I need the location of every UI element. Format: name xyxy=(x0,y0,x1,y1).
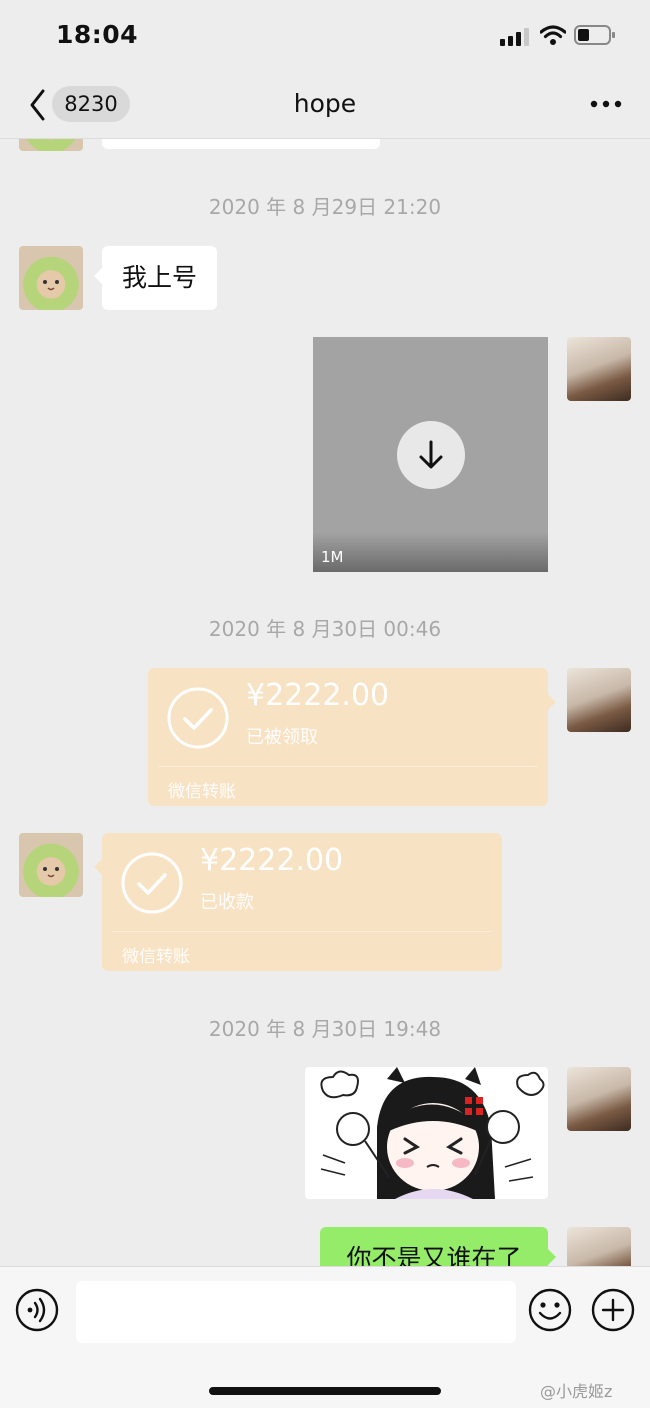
transfer-out-card[interactable]: ¥2222.00 已被领取 微信转账 xyxy=(148,668,556,806)
message-text: 我上号 xyxy=(122,263,198,292)
contact-avatar[interactable] xyxy=(19,833,83,897)
download-arrow-icon[interactable] xyxy=(396,420,466,490)
chat-title: hope xyxy=(293,89,357,118)
outgoing-message-bubble[interactable]: 你不是又谁在了 xyxy=(320,1227,556,1266)
check-circle-icon xyxy=(121,852,183,914)
more-dots-icon[interactable] xyxy=(588,90,624,118)
contact-avatar[interactable] xyxy=(19,139,83,151)
transfer-status: 已被领取 xyxy=(246,727,318,748)
transfer-status: 已收款 xyxy=(200,892,254,913)
my-avatar[interactable] xyxy=(567,337,631,401)
timestamp: 2020 年 8 月30日 19:48 xyxy=(208,1017,442,1041)
video-message[interactable]: 1M xyxy=(313,337,548,572)
transfer-footer: 微信转账 xyxy=(122,947,190,967)
my-avatar[interactable] xyxy=(567,1227,631,1266)
cat-face-icon xyxy=(43,280,59,291)
voice-icon[interactable] xyxy=(15,1288,59,1332)
timestamp: 2020 年 8 月29日 21:20 xyxy=(208,195,442,219)
signal-icon xyxy=(500,28,529,46)
transfer-amount: ¥2222.00 xyxy=(200,843,344,878)
transfer-footer: 微信转账 xyxy=(168,782,236,802)
video-size-label: 1M xyxy=(321,548,344,566)
timestamp: 2020 年 8 月30日 00:46 xyxy=(208,617,442,641)
wifi-icon xyxy=(540,25,566,45)
message-input[interactable] xyxy=(76,1281,516,1343)
nav-divider xyxy=(0,138,650,139)
my-avatar[interactable] xyxy=(567,1067,631,1131)
transfer-in-card[interactable]: ¥2222.00 已收款 微信转账 xyxy=(94,833,502,971)
angry-girl-sticker xyxy=(320,1067,545,1199)
battery-icon xyxy=(574,25,615,45)
contact-avatar[interactable] xyxy=(19,246,83,310)
watermark: @小虎姬z xyxy=(540,1382,613,1401)
plus-icon[interactable] xyxy=(591,1288,635,1332)
sticker-message[interactable] xyxy=(305,1067,548,1199)
check-circle-icon xyxy=(167,687,229,749)
my-avatar[interactable] xyxy=(567,668,631,732)
status-time: 18:04 xyxy=(56,20,139,49)
unread-count-badge[interactable]: 8230 xyxy=(52,86,130,122)
incoming-message-bubble[interactable]: 我上号 xyxy=(93,246,218,310)
transfer-amount: ¥2222.00 xyxy=(246,678,390,713)
home-indicator xyxy=(209,1387,441,1395)
message-text: 你不是又谁在了 xyxy=(346,1244,522,1266)
chat-area[interactable]: 2020 年 8 月29日 21:20 我上号 1M 2020 年 8 月30日… xyxy=(0,139,650,1266)
cat-face-icon xyxy=(43,867,59,878)
emoji-icon[interactable] xyxy=(528,1288,572,1332)
previous-message-bubble[interactable] xyxy=(102,139,380,149)
back-chevron-icon[interactable] xyxy=(24,88,54,122)
